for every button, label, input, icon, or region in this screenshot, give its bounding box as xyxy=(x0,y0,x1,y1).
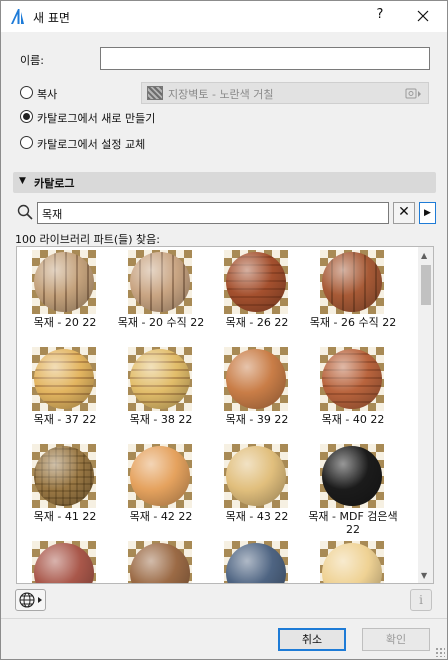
library-part-item[interactable]: 목재 - 20 수직 22 xyxy=(113,247,209,344)
material-preview xyxy=(32,250,96,314)
material-sphere xyxy=(130,349,190,409)
material-sphere xyxy=(322,252,382,312)
library-part-label: 목재 - 26 22 xyxy=(225,316,289,329)
picker-icon xyxy=(405,88,421,99)
material-sphere xyxy=(34,543,94,583)
copy-source-select: 지장벽토 - 노란색 거칠 xyxy=(141,82,429,104)
library-part-label: 목재 - 20 수직 22 xyxy=(117,316,205,329)
library-part-item[interactable] xyxy=(305,538,401,583)
library-part-item[interactable]: 목재 - 40 22 xyxy=(305,344,401,441)
library-part-label: 목재 - 40 22 xyxy=(321,413,385,426)
library-menu-button[interactable] xyxy=(15,589,46,611)
material-sphere xyxy=(130,252,190,312)
archicad-app-icon xyxy=(9,8,26,25)
library-parts-grid: 목재 - 20 22 목재 - 20 수직 22 목재 - 26 22 목재 - 26… xyxy=(17,247,417,583)
replace-from-catalog-label: 카탈로그에서 설정 교체 xyxy=(37,138,146,151)
material-preview xyxy=(32,347,96,411)
library-part-item[interactable]: 목재 - 38 22 xyxy=(113,344,209,441)
clear-search-button[interactable]: ✕ xyxy=(393,202,415,224)
material-sphere xyxy=(130,446,190,506)
scroll-up-icon[interactable]: ▲ xyxy=(421,251,427,260)
library-part-item[interactable]: 목재 - 26 22 xyxy=(209,247,305,344)
ok-button[interactable]: 확인 xyxy=(362,628,430,651)
library-part-item[interactable]: 목재 - MDF 검은색 22 xyxy=(305,441,401,538)
material-sphere xyxy=(322,349,382,409)
material-preview xyxy=(320,250,384,314)
cancel-button[interactable]: 취소 xyxy=(278,628,346,651)
material-preview xyxy=(128,541,192,583)
close-icon[interactable] xyxy=(411,5,435,27)
library-part-item[interactable] xyxy=(17,538,113,583)
new-surface-dialog: 새 표면 ? 이름: 복사 지장벽토 - 노란색 거칠 카탈로그에서 새로 만들… xyxy=(0,0,448,660)
material-preview xyxy=(128,347,192,411)
library-part-item[interactable]: 목재 - 43 22 xyxy=(209,441,305,538)
material-preview xyxy=(224,541,288,583)
expand-arrow-button[interactable]: ▶ xyxy=(419,202,436,224)
library-part-label: 목재 - 42 22 xyxy=(129,510,193,523)
replace-from-catalog-radio[interactable] xyxy=(20,136,33,149)
material-preview xyxy=(32,541,96,583)
material-sphere xyxy=(34,252,94,312)
material-preview xyxy=(128,444,192,508)
scroll-thumb[interactable] xyxy=(421,265,431,305)
copy-radio-label: 복사 xyxy=(37,88,58,101)
copy-source-value: 지장벽토 - 노란색 거칠 xyxy=(168,88,274,101)
library-part-label: 목재 - 20 22 xyxy=(33,316,97,329)
collapse-triangle-icon: ▼ xyxy=(19,176,26,186)
library-part-item[interactable]: 목재 - 42 22 xyxy=(113,441,209,538)
material-sphere xyxy=(322,446,382,506)
search-icon xyxy=(17,204,33,220)
material-preview xyxy=(224,250,288,314)
material-preview xyxy=(320,444,384,508)
help-button[interactable]: ? xyxy=(371,7,389,22)
material-preview xyxy=(320,541,384,583)
surface-swatch xyxy=(147,86,163,100)
material-sphere xyxy=(322,543,382,583)
material-preview xyxy=(224,347,288,411)
catalog-section-header[interactable]: ▼ 카탈로그 xyxy=(13,172,436,193)
material-preview xyxy=(128,250,192,314)
library-part-label: 목재 - 43 22 xyxy=(225,510,289,523)
material-sphere xyxy=(226,543,286,583)
library-part-label: 목재 - MDF 검은색 22 xyxy=(308,510,398,536)
vertical-scrollbar[interactable]: ▲ ▼ xyxy=(418,247,433,583)
material-sphere xyxy=(226,446,286,506)
globe-icon xyxy=(19,592,42,608)
search-input[interactable]: 목재 xyxy=(37,202,389,224)
scroll-down-icon[interactable]: ▼ xyxy=(421,571,427,580)
title-bar: 새 표면 ? xyxy=(1,1,447,32)
library-parts-list: 목재 - 20 22 목재 - 20 수직 22 목재 - 26 22 목재 - 26… xyxy=(16,246,434,584)
library-part-item[interactable]: 목재 - 37 22 xyxy=(17,344,113,441)
library-part-item[interactable]: 목재 - 39 22 xyxy=(209,344,305,441)
material-sphere xyxy=(34,349,94,409)
material-preview xyxy=(32,444,96,508)
material-sphere xyxy=(130,543,190,583)
info-button[interactable]: i xyxy=(410,589,432,611)
footer-divider xyxy=(1,618,447,619)
library-part-item[interactable]: 목재 - 20 22 xyxy=(17,247,113,344)
name-field[interactable] xyxy=(100,47,430,70)
library-part-item[interactable]: 목재 - 41 22 xyxy=(17,441,113,538)
library-part-label: 목재 - 37 22 xyxy=(33,413,97,426)
name-label: 이름: xyxy=(20,54,44,67)
library-part-label: 목재 - 26 수직 22 xyxy=(309,316,397,329)
window-title: 새 표면 xyxy=(33,11,70,25)
material-sphere xyxy=(226,252,286,312)
material-sphere xyxy=(34,446,94,506)
library-part-label: 목재 - 38 22 xyxy=(129,413,193,426)
create-from-catalog-radio[interactable] xyxy=(20,110,33,123)
catalog-section-label: 카탈로그 xyxy=(34,177,75,190)
copy-radio[interactable] xyxy=(20,86,33,99)
create-from-catalog-label: 카탈로그에서 새로 만들기 xyxy=(37,112,156,125)
material-preview xyxy=(224,444,288,508)
library-part-label: 목재 - 39 22 xyxy=(225,413,289,426)
library-part-item[interactable]: 목재 - 26 수직 22 xyxy=(305,247,401,344)
results-count: 100 라이브러리 파트(들) 찾음: xyxy=(15,233,160,246)
library-part-label: 목재 - 41 22 xyxy=(33,510,97,523)
library-part-item[interactable] xyxy=(209,538,305,583)
material-sphere xyxy=(226,349,286,409)
material-preview xyxy=(320,347,384,411)
library-part-item[interactable] xyxy=(113,538,209,583)
resize-grip[interactable] xyxy=(435,647,445,657)
